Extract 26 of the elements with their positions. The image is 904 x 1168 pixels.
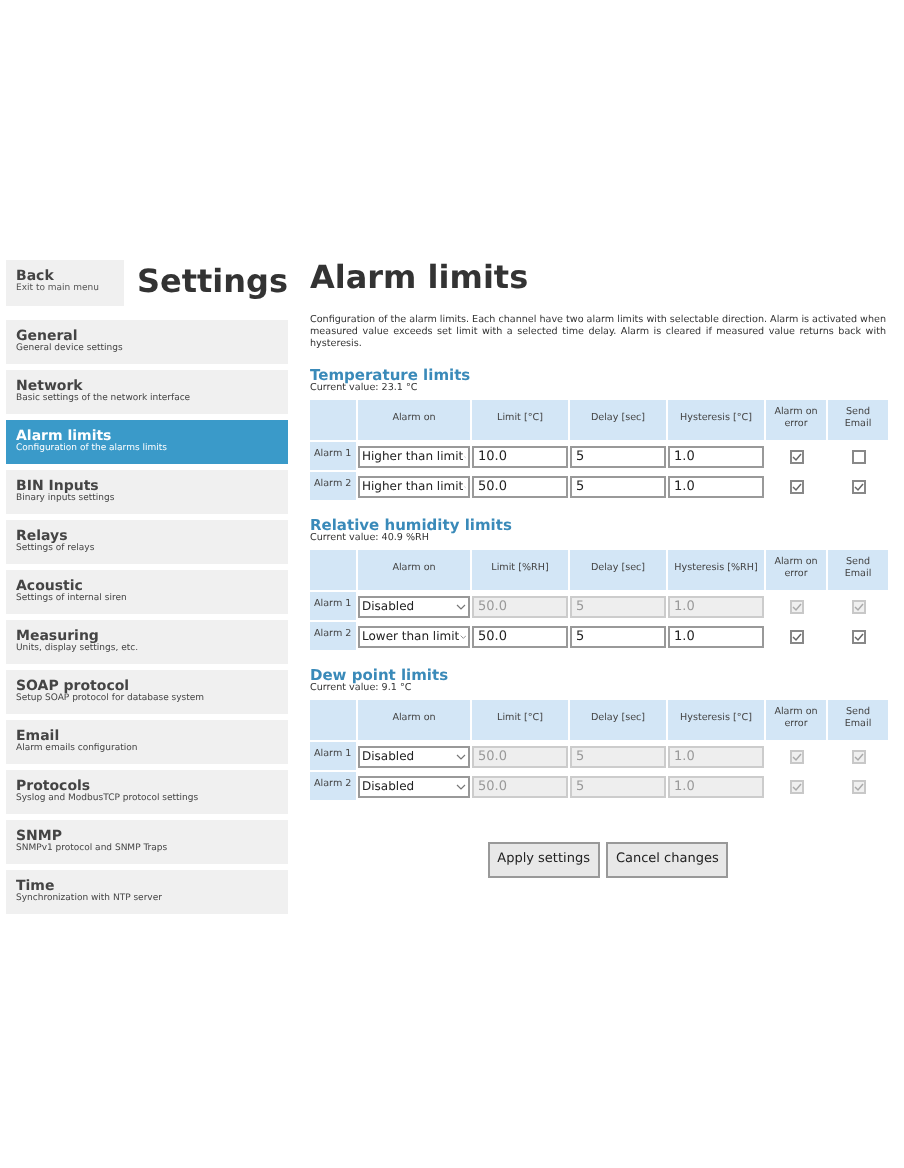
checkmark-icon [791, 751, 801, 761]
checkmark-icon [853, 601, 863, 611]
header-cell [310, 700, 356, 740]
checkmark-icon [791, 451, 801, 461]
checkmark-icon [853, 631, 863, 641]
header-cell [310, 400, 356, 440]
checkbox[interactable] [789, 479, 803, 493]
checkbox[interactable] [851, 449, 865, 463]
checkbox[interactable] [851, 629, 865, 643]
chevron-down-icon [456, 783, 466, 789]
checkmark-icon [853, 751, 863, 761]
checkbox[interactable] [851, 479, 865, 493]
checkmark-icon [791, 601, 801, 611]
checkmark-icon [853, 481, 863, 491]
checkbox[interactable] [789, 629, 803, 643]
checkmark-icon [791, 781, 801, 791]
checkbox[interactable] [789, 449, 803, 463]
checkmark-icon [791, 631, 801, 641]
chevron-down-icon [459, 633, 466, 639]
checkmark-icon [853, 781, 863, 791]
chevron-down-icon [456, 603, 466, 609]
chevron-down-icon [456, 753, 466, 759]
header-cell [310, 550, 356, 590]
checkmark-icon [791, 481, 801, 491]
page-title: Alarm limits [310, 258, 531, 298]
settings-title: Settings [136, 260, 288, 304]
